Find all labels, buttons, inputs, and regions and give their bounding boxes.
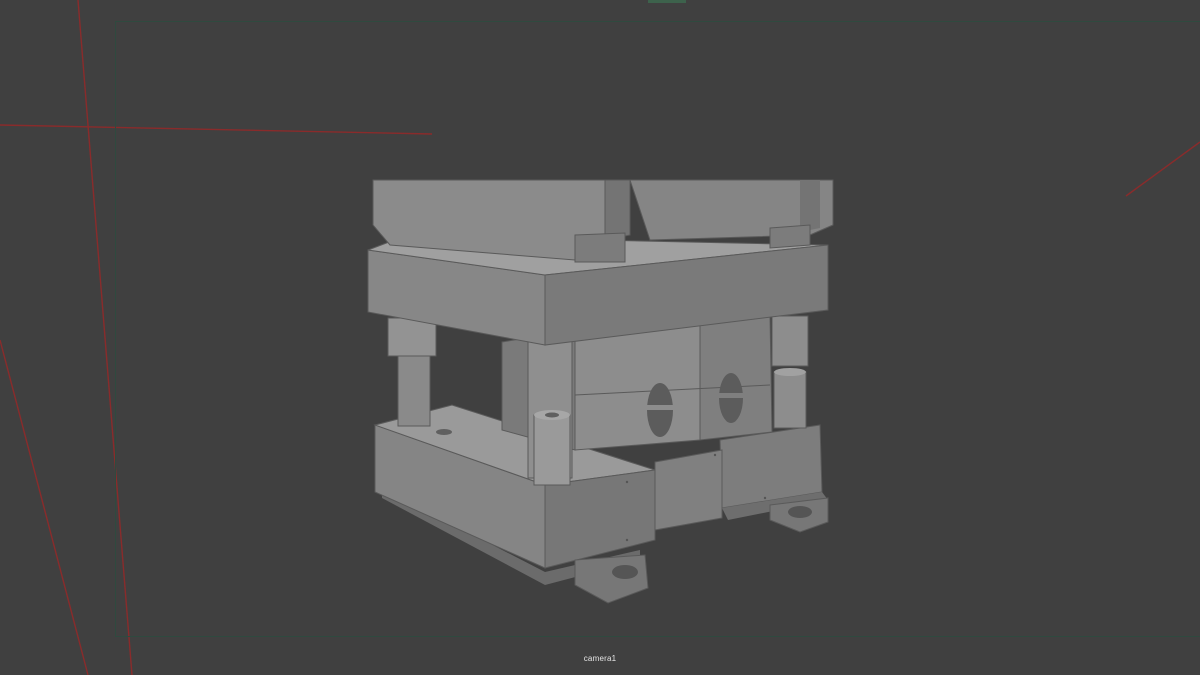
die-set-model[interactable] [367, 179, 834, 604]
grid-line [1125, 141, 1200, 197]
viewport-scene[interactable] [0, 0, 1200, 675]
maya-viewport[interactable]: camera1 [0, 0, 1200, 675]
grid-line [0, 339, 89, 675]
camera-name-label: camera1 [583, 654, 617, 663]
top-indicator [648, 0, 686, 3]
grid-line [77, 0, 133, 675]
grid-line [0, 124, 433, 135]
